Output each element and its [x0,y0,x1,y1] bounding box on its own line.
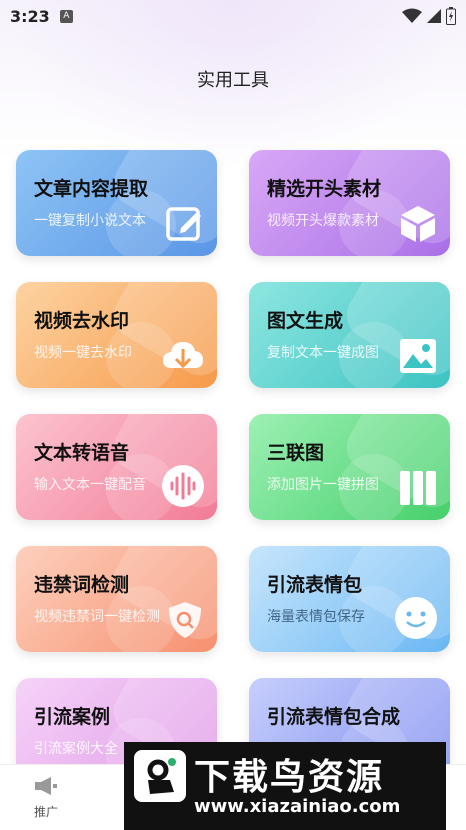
tool-card-sticker-pack[interactable]: 引流表情包 海量表情包保存 [249,546,450,652]
tool-subtitle: 复制文本一键成图 [267,345,379,361]
tool-card-triptych[interactable]: 三联图 添加图片一键拼图 [249,414,450,520]
watermark-banner: 下载鸟资源 www.xiazainiao.com [124,742,446,830]
nav-label: 推广 [33,805,58,819]
tool-card-banned-words[interactable]: 违禁词检测 视频违禁词一键检测 [16,546,217,652]
shield-search-icon [169,602,201,638]
page-title: 实用工具 [197,70,269,91]
tool-title: 图文生成 [267,310,344,332]
triptych-icon [400,471,436,505]
tool-subtitle: 视频开头爆款素材 [267,213,379,229]
megaphone-icon [35,777,57,795]
smiley-icon [395,597,437,639]
tool-title: 违禁词检测 [34,574,130,596]
tool-subtitle: 海量表情包保存 [267,609,365,625]
status-bar: 3:23 A [0,0,466,32]
watermark-brand: 下载鸟资源 [194,757,385,798]
tool-subtitle: 视频一键去水印 [34,345,132,361]
watermark-url: www.xiazainiao.com [194,796,401,817]
status-indicators [402,7,456,25]
cloud-download-icon [163,342,203,369]
tool-subtitle: 一键复制小说文本 [34,213,146,229]
status-time: 3:23 [10,6,50,26]
bird-logo-icon [134,750,186,802]
tool-title: 文章内容提取 [34,178,149,200]
signal-icon [427,9,441,23]
wifi-icon [402,8,422,23]
tool-card-remove-watermark[interactable]: 视频去水印 视频一键去水印 [16,282,217,388]
tool-subtitle: 添加图片一键拼图 [267,477,379,493]
cube-icon [401,206,435,242]
tool-card-image-text[interactable]: 图文生成 复制文本一键成图 [249,282,450,388]
tool-subtitle: 视频违禁词一键检测 [34,609,160,625]
tools-grid: 文章内容提取 一键复制小说文本 精选开头素材 视频开头爆款素材 视频去水印 视频… [16,150,452,784]
tool-title: 引流表情包 [267,574,363,596]
tool-title: 文本转语音 [34,442,130,464]
tool-subtitle: 引流案例大全 [34,741,118,757]
notification-a-icon: A [59,9,73,23]
nav-item-promote[interactable]: 推广 [20,775,72,820]
tool-subtitle: 输入文本一键配音 [34,477,146,493]
tool-title: 视频去水印 [34,310,130,332]
image-icon [400,339,436,373]
tool-title: 引流表情包合成 [267,706,401,728]
audio-wave-icon [162,465,204,507]
edit-icon [166,207,201,241]
tool-title: 引流案例 [34,706,111,728]
tool-card-text-to-speech[interactable]: 文本转语音 输入文本一键配音 [16,414,217,520]
tool-title: 精选开头素材 [267,178,382,200]
battery-icon [446,7,456,25]
tool-title: 三联图 [267,442,325,464]
tool-card-opening-material[interactable]: 精选开头素材 视频开头爆款素材 [249,150,450,256]
tool-card-article-extract[interactable]: 文章内容提取 一键复制小说文本 [16,150,217,256]
